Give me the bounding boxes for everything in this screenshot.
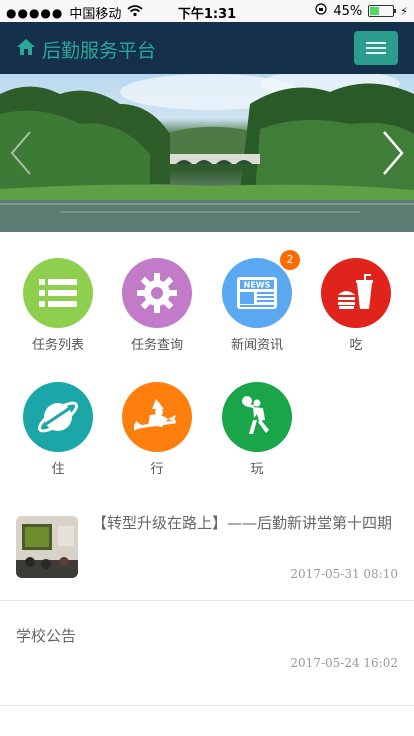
gear-icon [122, 258, 192, 328]
chevron-left-icon [10, 131, 31, 175]
grid-item-label: 吃 [349, 338, 363, 353]
hamburger-line [366, 47, 386, 49]
notification-badge: 2 [280, 250, 300, 270]
app-title-text: 后勤服务平台 [42, 40, 157, 62]
notice-title: 学校公告 [16, 627, 77, 645]
grid-item-travel[interactable]: 行 [112, 382, 202, 477]
grid-item-label: 住 [51, 462, 65, 477]
grid-item-label: 新闻资讯 [230, 338, 283, 353]
grid-item-label: 行 [150, 462, 164, 477]
home-icon[interactable] [16, 38, 36, 61]
banner-carousel[interactable] [0, 74, 414, 232]
news-title: 【转型升级在路上】——后勤新讲堂第十四期 [92, 514, 393, 532]
news-date: 2017-05-31 08:10 [290, 567, 398, 581]
orientation-lock-icon [315, 3, 327, 19]
grid-item-eat[interactable]: 吃 [311, 258, 401, 353]
banner-next-button[interactable] [378, 128, 408, 178]
grid-item-label: 任务查询 [130, 338, 183, 353]
fastfood-icon [321, 258, 391, 328]
basketball-player-icon [222, 382, 292, 452]
chevron-right-icon [383, 131, 404, 175]
grid-item-news[interactable]: NEWS 2 新闻资讯 [212, 250, 302, 353]
notice-date: 2017-05-24 16:02 [290, 656, 398, 670]
grid-item-task-list[interactable]: 任务列表 [13, 258, 103, 353]
list-icon [23, 258, 93, 328]
witch-broom-icon [122, 382, 192, 452]
news-icon: NEWS 2 [222, 250, 300, 328]
grid-item-stay[interactable]: 住 [13, 382, 103, 477]
news-list-item[interactable]: 【转型升级在路上】——后勤新讲堂第十四期 2017-05-31 08:10 [0, 512, 414, 601]
app-title: 后勤服务平台 [16, 36, 156, 63]
news-thumbnail [16, 516, 78, 578]
grid-item-task-query[interactable]: 任务查询 [112, 258, 202, 353]
banner-prev-button[interactable] [6, 128, 36, 178]
battery-percent: 45% [333, 3, 363, 19]
hamburger-menu-icon [366, 42, 386, 44]
notice-list-item[interactable]: 学校公告 2017-05-24 16:02 [0, 601, 414, 706]
menu-button[interactable] [354, 31, 398, 65]
grid-item-label: 玩 [250, 462, 264, 477]
grid-item-play[interactable]: 玩 [212, 382, 302, 477]
planet-icon [23, 382, 93, 452]
charging-icon: ⚡ [400, 4, 408, 18]
status-bar: ●●●●● 中国移动 下午1:31 45% ⚡ [0, 0, 414, 22]
hamburger-line [366, 52, 386, 54]
svg-text:NEWS: NEWS [244, 281, 271, 290]
grid-item-label: 任务列表 [31, 338, 84, 353]
app-header: 后勤服务平台 [0, 22, 414, 74]
banner-image [0, 74, 414, 232]
battery-icon [368, 5, 397, 17]
